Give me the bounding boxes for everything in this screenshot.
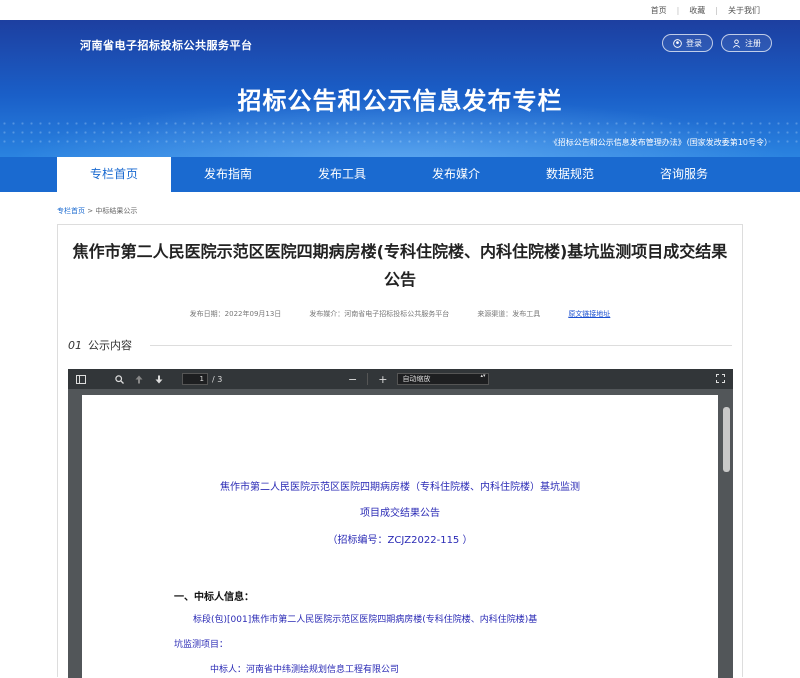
breadcrumb-sep: > (87, 207, 94, 215)
doc-code: （招标编号：ZCJZ2022-115 ） (327, 535, 473, 546)
doc-line1: 标段(包)[001]焦作市第二人民医院示范区医院四期病房楼(专科住院楼、内科住院… (193, 615, 538, 625)
nav-home[interactable]: 专栏首页 (57, 157, 171, 192)
pdf-viewer: 1 / 3 − + 自动缩放 焦作市第二人民医院示范区医院四期病房楼（专科住院楼… (68, 369, 733, 678)
sidebar-toggle-icon[interactable] (74, 372, 88, 386)
register-label: 注册 (745, 38, 761, 48)
original-link[interactable]: 原文链接地址 (568, 309, 610, 319)
user-icon (732, 38, 741, 48)
auth-buttons: 登录 注册 (662, 34, 772, 52)
regulation-link[interactable]: 《招标公告和公示信息发布管理办法》（国家发改委第10号令） (550, 137, 772, 148)
page-number-input[interactable]: 1 (182, 373, 208, 385)
doc-line3: 中标人：河南省中纬测绘规划信息工程有限公司 (210, 665, 400, 675)
fullscreen-icon[interactable] (716, 373, 725, 385)
publish-media: 发布媒介：河南省电子招标投标公共服务平台 (309, 310, 450, 318)
nav-consult[interactable]: 咨询服务 (627, 157, 741, 192)
arrow-up-icon[interactable] (132, 372, 146, 386)
login-button[interactable]: 登录 (662, 34, 713, 52)
user-circle-icon (673, 38, 682, 48)
section-label: 公示内容 (88, 339, 132, 352)
doc-line2: 坑监测项目： (174, 640, 229, 650)
section-number: 01 (68, 338, 82, 352)
pdf-toolbar: 1 / 3 − + 自动缩放 (68, 369, 733, 389)
nav-media[interactable]: 发布媒介 (399, 157, 513, 192)
section-header: 01 公示内容 (68, 337, 732, 353)
register-button[interactable]: 注册 (721, 34, 772, 52)
article-title: 焦作市第二人民医院示范区医院四期病房楼(专科住院楼、内科住院楼)基坑监测项目成交… (72, 242, 728, 289)
zoom-divider (367, 373, 369, 385)
favorite-link[interactable]: 收藏 (679, 5, 715, 16)
pdf-scrollbar[interactable] (723, 407, 730, 472)
top-link-bar: 首页 | 收藏 | 关于我们 (0, 0, 800, 20)
breadcrumb-home[interactable]: 专栏首页 (57, 207, 85, 215)
article-card: 焦作市第二人民医院示范区医院四期病房楼(专科住院楼、内科住院楼)基坑监测项目成交… (57, 224, 743, 678)
column-title: 招标公告和公示信息发布专栏 (237, 87, 563, 115)
about-link[interactable]: 关于我们 (718, 5, 770, 16)
arrow-down-icon[interactable] (152, 372, 166, 386)
zoom-controls: − + 自动缩放 (348, 373, 490, 386)
pdf-page: 焦作市第二人民医院示范区医院四期病房楼（专科住院楼、内科住院楼）基坑监测 项目成… (82, 395, 718, 678)
home-link[interactable]: 首页 (641, 5, 677, 16)
main-nav: 专栏首页 发布指南 发布工具 发布媒介 数据规范 咨询服务 (0, 157, 800, 192)
zoom-select[interactable]: 自动缩放 (397, 373, 490, 385)
search-icon[interactable] (112, 372, 126, 386)
nav-spec[interactable]: 数据规范 (513, 157, 627, 192)
zoom-out-button[interactable]: − (348, 373, 357, 386)
article-meta: 发布日期：2022年09月13日 发布媒介：河南省电子招标投标公共服务平台 来源… (58, 309, 742, 319)
doc-title-line2: 项目成交结果公告 (360, 508, 440, 519)
publish-date: 发布日期：2022年09月13日 (189, 310, 282, 318)
page-total: / 3 (212, 374, 223, 384)
breadcrumb: 专栏首页 > 中标结果公示 (57, 206, 137, 216)
nav-tools[interactable]: 发布工具 (285, 157, 399, 192)
doc-title-line1: 焦作市第二人民医院示范区医院四期病房楼（专科住院楼、内科住院楼）基坑监测 (220, 482, 580, 493)
zoom-in-button[interactable]: + (378, 373, 387, 386)
section-divider (150, 344, 732, 346)
platform-brand[interactable]: 河南省电子招标投标公共服务平台 (80, 37, 253, 53)
login-label: 登录 (686, 38, 702, 48)
nav-guide[interactable]: 发布指南 (171, 157, 285, 192)
source-channel: 来源渠道：发布工具 (477, 310, 541, 318)
breadcrumb-current: 中标结果公示 (95, 207, 138, 215)
doc-section1: 一、中标人信息： (174, 592, 254, 603)
header-banner: 河南省电子招标投标公共服务平台 登录 注册 招标公告和公示信息发布专栏 《招标公… (0, 20, 800, 157)
